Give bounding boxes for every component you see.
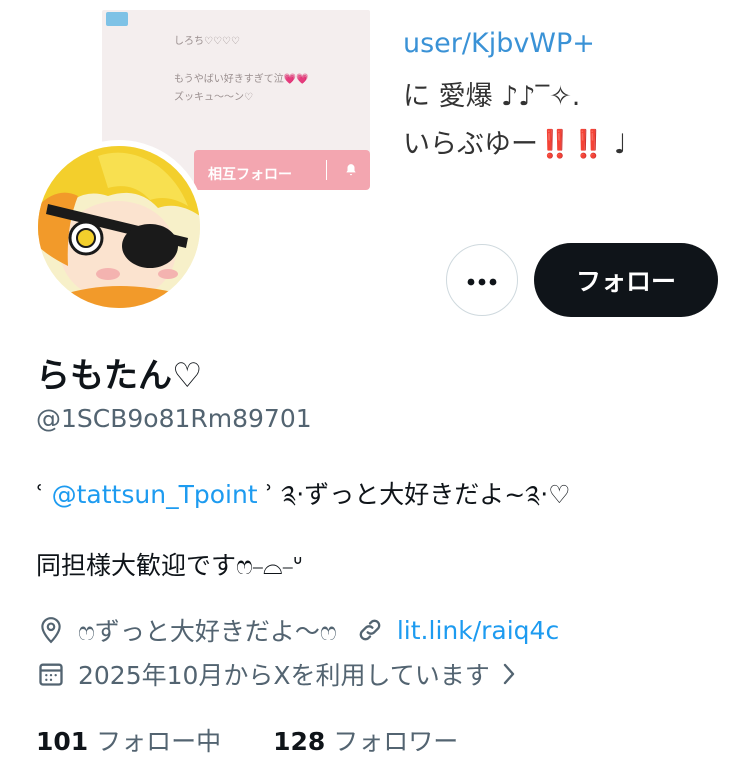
banner-badge xyxy=(106,12,128,26)
bio-mention-link[interactable]: @tattsun_Tpoint xyxy=(52,480,258,509)
following-count: 101 xyxy=(36,727,89,756)
follow-button[interactable]: フォロー xyxy=(534,243,718,317)
banner-follow-divider xyxy=(326,160,327,180)
avatar[interactable] xyxy=(32,140,206,314)
bio-line-2: 同担様大歓迎ですෆ⎯⌓⎯ᐡ xyxy=(36,551,303,580)
calendar-icon xyxy=(36,659,66,689)
bio-prefix: ʿ xyxy=(36,480,52,509)
user-handle: @1SCB9o81Rm89701 xyxy=(36,404,312,433)
banner-text-line: に 愛爆 ♪♪‾✧. xyxy=(403,81,581,112)
more-options-button[interactable] xyxy=(446,244,518,316)
banner-card-line: もうやばい好きすぎて泣💗💗 xyxy=(174,74,309,85)
profile-meta-row: ෆずっと大好きだよ〜ෆ lit.link/raiq4c xyxy=(36,612,559,648)
following-label: フォロー中 xyxy=(96,727,222,756)
followers-stat[interactable]: 128 フォロワー xyxy=(273,727,458,756)
link-icon xyxy=(355,615,385,645)
banner-text-line: user/KjbvWP+ xyxy=(403,28,595,59)
profile-website-link[interactable]: lit.link/raiq4c xyxy=(397,616,559,645)
chevron-right-icon xyxy=(502,662,516,686)
bell-icon xyxy=(344,163,358,181)
followers-label: フォロワー xyxy=(333,727,459,756)
banner-follow-label: 相互フォロー xyxy=(208,167,292,183)
avatar-image xyxy=(38,146,200,308)
banner-card-line: ズッキュ〜〜ン♡ xyxy=(174,92,253,103)
bio-suffix: ʾ ༉‧ずっと大好きだよ~༉‧♡ xyxy=(257,480,571,509)
follow-stats: 101 フォロー中 128 フォロワー xyxy=(36,722,458,758)
bio-line-1: ʿ @tattsun_Tpoint ʾ ༉‧ずっと大好きだよ~༉‧♡ xyxy=(36,466,571,537)
banner-follow-pill: 相互フォロー xyxy=(194,150,370,190)
display-name: らもたん♡ xyxy=(36,356,203,396)
followers-count: 128 xyxy=(273,727,326,756)
banner-card-line: しろち♡♡♡♡ xyxy=(174,36,240,47)
banner-text-line: いらぶゆー‼️‼️ ♩ xyxy=(403,129,627,160)
joined-date: 2025年10月からXを利用しています xyxy=(78,661,490,690)
location-icon xyxy=(36,615,66,645)
joined-date-row[interactable]: 2025年10月からXを利用しています xyxy=(36,656,516,692)
profile-location: ෆずっと大好きだよ〜ෆ xyxy=(78,617,337,646)
more-icon xyxy=(467,271,497,290)
following-stat[interactable]: 101 フォロー中 xyxy=(36,727,221,756)
